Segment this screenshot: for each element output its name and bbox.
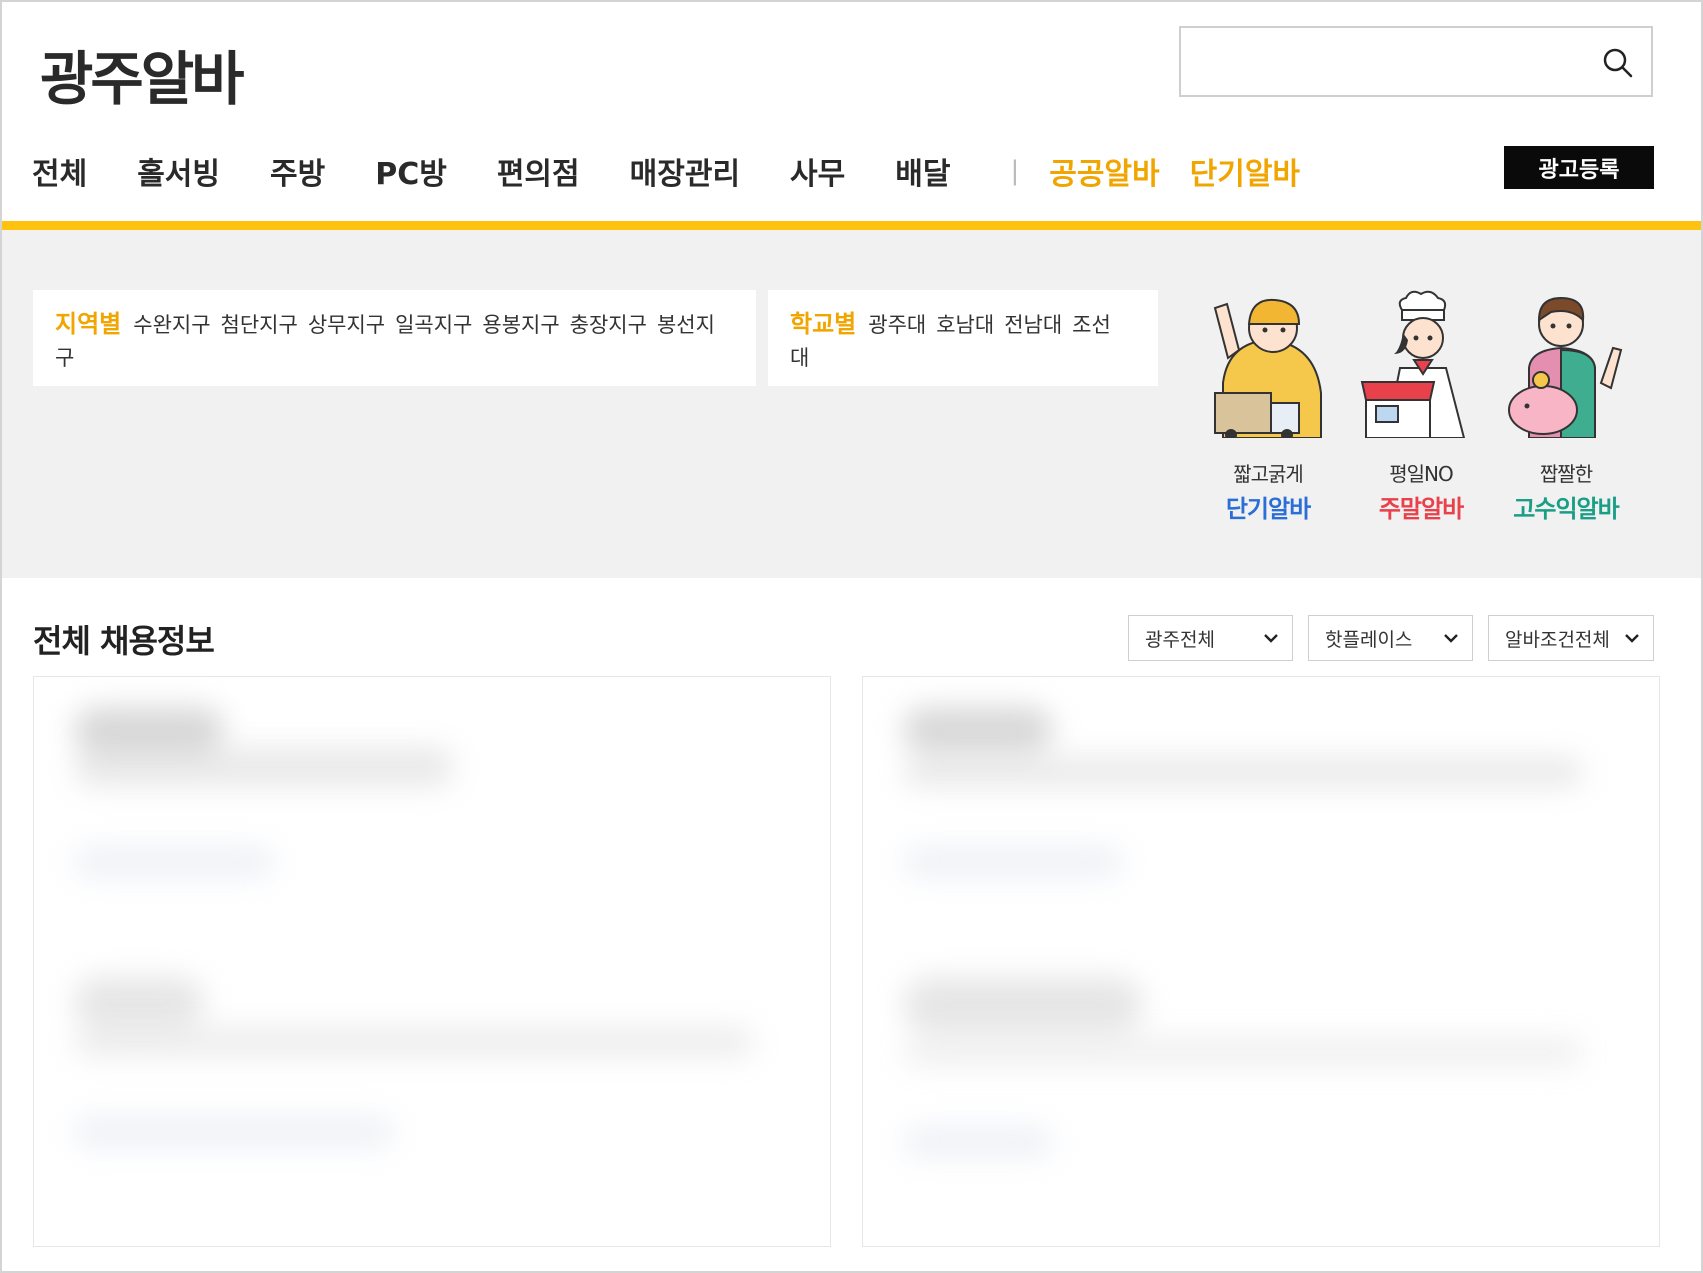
promo-short-term-line1: 짧고굵게 xyxy=(1233,462,1304,486)
nav-item-all[interactable]: 전체 xyxy=(32,149,87,193)
chevron-down-icon xyxy=(1444,634,1458,643)
chevron-down-icon xyxy=(1625,634,1639,643)
promo-high-income[interactable]: 짭짤한 고수익알바 xyxy=(1496,288,1636,524)
listing-title: 전체 채용정보 xyxy=(33,622,215,660)
accent-bar xyxy=(2,221,1701,230)
promo-short-term-line2: 단기알바 xyxy=(1225,495,1311,523)
promo-weekend-line2: 주말알바 xyxy=(1378,495,1464,523)
hotplace-select-value: 핫플레이스 xyxy=(1325,628,1413,651)
nav-item-pc-room[interactable]: PC방 xyxy=(375,149,447,193)
search-input[interactable] xyxy=(1195,38,1575,86)
blurred-content xyxy=(74,1117,394,1147)
nav-item-delivery[interactable]: 배달 xyxy=(895,149,950,193)
blurred-content xyxy=(903,977,1143,1033)
nav-item-hall-serving[interactable]: 홀서빙 xyxy=(137,149,220,193)
page-frame: 광주알바 전체 홀서빙 주방 PC방 편의점 매장관리 사무 배달 | 공공알바… xyxy=(0,0,1703,1273)
search-box[interactable] xyxy=(1179,26,1653,97)
nav-item-short-term-jobs[interactable]: 단기알바 xyxy=(1190,149,1300,193)
blurred-content xyxy=(903,757,1583,787)
school-link-chonnam-univ[interactable]: 전남대 xyxy=(1004,313,1062,337)
hotplace-select[interactable]: 핫플레이스 xyxy=(1308,615,1473,661)
nav-item-convenience-store[interactable]: 편의점 xyxy=(497,149,580,193)
region-link-sangmu[interactable]: 상무지구 xyxy=(308,313,385,337)
filter-section: 지역별 수완지구 첨단지구 상무지구 일곡지구 용봉지구 충장지구 봉선지구 학교별 광주대 호남… xyxy=(2,230,1701,578)
school-link-gwangju-univ[interactable]: 광주대 xyxy=(868,313,926,337)
school-link-honam-univ[interactable]: 호남대 xyxy=(936,313,994,337)
region-select[interactable]: 광주전체 xyxy=(1128,615,1293,661)
delivery-worker-icon xyxy=(1213,298,1322,438)
promo-weekend-line1: 평일NO xyxy=(1389,462,1454,486)
nav-separator: | xyxy=(1010,156,1020,186)
region-select-value: 광주전체 xyxy=(1145,628,1215,651)
main-nav: 전체 홀서빙 주방 PC방 편의점 매장관리 사무 배달 | 공공알바 단기알바 xyxy=(32,149,1330,193)
promo-high-income-line2: 고수익알바 xyxy=(1513,495,1619,523)
school-filter-box: 학교별 광주대 호남대 전남대 조선대 xyxy=(768,290,1158,386)
job-card-blurred[interactable] xyxy=(33,676,831,1247)
nav-item-kitchen[interactable]: 주방 xyxy=(270,149,325,193)
chevron-down-icon xyxy=(1264,634,1278,643)
region-link-cheomdan[interactable]: 첨단지구 xyxy=(221,313,298,337)
blurred-content xyxy=(903,1037,1583,1067)
piggy-bank-worker-icon xyxy=(1508,296,1623,438)
promo-high-income-line1: 짭짤한 xyxy=(1539,462,1593,486)
nav-item-store-management[interactable]: 매장관리 xyxy=(630,149,740,193)
region-link-yongbong[interactable]: 용봉지구 xyxy=(482,313,559,337)
region-link-ilgok[interactable]: 일곡지구 xyxy=(395,313,472,337)
blurred-content xyxy=(74,1027,754,1057)
school-heading: 학교별 xyxy=(790,310,857,338)
region-link-chungjang[interactable]: 충장지구 xyxy=(570,313,647,337)
blurred-content xyxy=(74,747,454,787)
promo-short-term[interactable]: 짧고굵게 단기알바 xyxy=(1198,288,1338,524)
blurred-content xyxy=(74,847,274,877)
region-filter-box: 지역별 수완지구 첨단지구 상무지구 일곡지구 용봉지구 충장지구 봉선지구 xyxy=(33,290,756,386)
blurred-content xyxy=(903,1127,1053,1157)
job-card-blurred[interactable] xyxy=(862,676,1660,1247)
condition-select-value: 알바조건전체 xyxy=(1505,628,1610,651)
region-heading: 지역별 xyxy=(55,310,122,338)
condition-select[interactable]: 알바조건전체 xyxy=(1488,615,1654,661)
promo-weekend[interactable]: 평일NO 주말알바 xyxy=(1351,288,1491,524)
ad-register-button[interactable]: 광고등록 xyxy=(1504,146,1654,189)
blurred-content xyxy=(74,977,204,1027)
site-logo[interactable]: 광주알바 xyxy=(40,32,244,116)
chef-store-icon xyxy=(1360,290,1466,438)
blurred-content xyxy=(903,707,1053,753)
nav-item-office[interactable]: 사무 xyxy=(790,149,845,193)
region-link-suwan[interactable]: 수완지구 xyxy=(133,313,210,337)
blurred-content xyxy=(903,847,1123,877)
search-icon[interactable] xyxy=(1601,46,1635,80)
nav-item-public-jobs[interactable]: 공공알바 xyxy=(1049,149,1159,193)
